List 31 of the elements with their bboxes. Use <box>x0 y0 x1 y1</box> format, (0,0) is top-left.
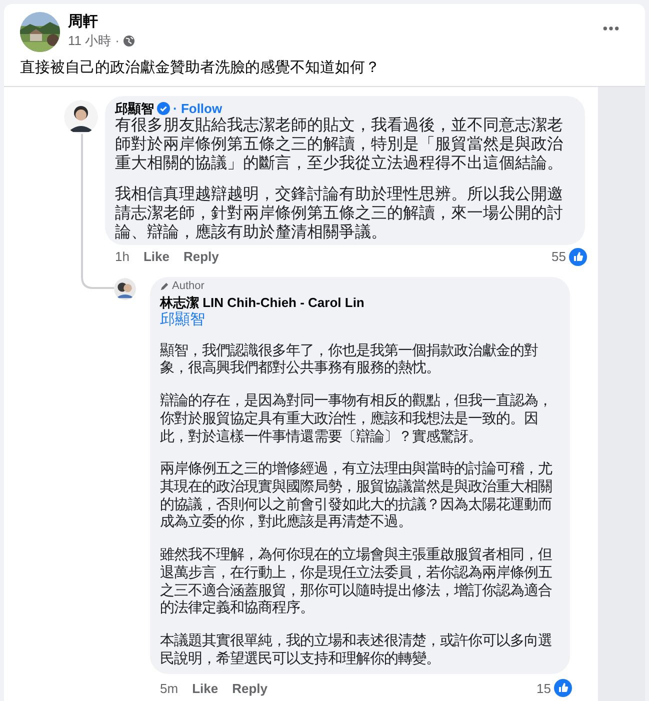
comment-paragraph: 顯智，我們認識很多年了，你也是我第一個捐款政治獻金的對象，很高興我們都對公共事務有服務的熱忱。 <box>160 342 539 378</box>
commenter-name[interactable]: 林志潔 LIN Chih-Chieh - Carol Lin <box>160 294 562 311</box>
like-reaction-icon <box>569 248 587 266</box>
avatar-icon <box>64 100 98 134</box>
comment-paragraph: 本議題其實很單純，我的立場和表述很清楚，或許你可以多向選民說明，希望選民可以支持和理解你的轉變。 <box>160 632 553 668</box>
pencil-icon <box>160 282 169 291</box>
comment-paragraph: 我相信真理越辯越明，交鋒討論有助於理性思辨。所以我公開邀請志潔老師，針對兩岸條例第五條之三的解讀，來一場公開的討論、辯論，應該有助於釐清相關爭議。 <box>115 186 564 243</box>
post-text: 直接被自己的政治獻金贊助者洗臉的感覺不知道如何？ <box>19 58 381 78</box>
separator-dot: · <box>115 32 120 50</box>
comment-age: 1h <box>115 248 130 266</box>
reply-link[interactable]: Reply <box>183 247 219 267</box>
more-icon <box>602 26 620 30</box>
comment-paragraph: 兩岸條例五之三的增修經過，有立法理由與當時的討論可稽，尤其現在的政治現實與國際局勢，服貿協議當然是與政治重大相關的協議，否則何以之前會引發如此大的抗議？因為太陽花運動而成為立委的你，對此應該是再清楚不過。 <box>160 461 554 532</box>
comment-paragraph: 有很多朋友貼給我志潔老師的貼文，我看過後，並不同意志潔老師對於兩岸條例第五條之三的解讀，特別是「服貿當然是與政治重大相關的協議」的斷言，至少我從立法過程得不出這個結論。 <box>115 117 564 174</box>
reaction-count: 15 <box>536 680 551 698</box>
like-link[interactable]: Like <box>143 247 170 267</box>
commenter-name[interactable]: 邱顯智 <box>115 100 154 117</box>
mention-link[interactable]: 邱顯智 <box>160 310 205 328</box>
globe-icon <box>123 35 136 47</box>
comment-paragraph: 辯論的存在，是因為對同一事物有相反的觀點，但我一直認為，你對於服貿協定具有重大政治性，應該和我想法是一致的。因此，對於這樣一件事情還需要〔辯論〕？實感驚訝。 <box>160 393 553 446</box>
author-label: Author <box>172 278 204 294</box>
avatar-icon <box>114 278 136 300</box>
follow-link[interactable]: · Follow <box>173 100 222 117</box>
comment-paragraph: 雖然我不理解，為何你現在的立場會與主張重啟服貿者相同，但退萬步言，在行動上，你是現任立法委員，若你認為兩岸條例五之三不適合涵蓋服貿，那你可以隨時提出修法，增訂你認為適合的法律定義和協商程序。 <box>160 547 553 618</box>
comment-age: 5m <box>160 680 178 698</box>
reply-link[interactable]: Reply <box>232 678 268 698</box>
post-time[interactable]: 11 小時 <box>68 32 112 50</box>
like-reaction-icon <box>554 679 572 698</box>
author-name[interactable]: 周軒 <box>68 12 136 32</box>
reaction-count: 55 <box>552 248 566 266</box>
like-link[interactable]: Like <box>192 678 218 698</box>
